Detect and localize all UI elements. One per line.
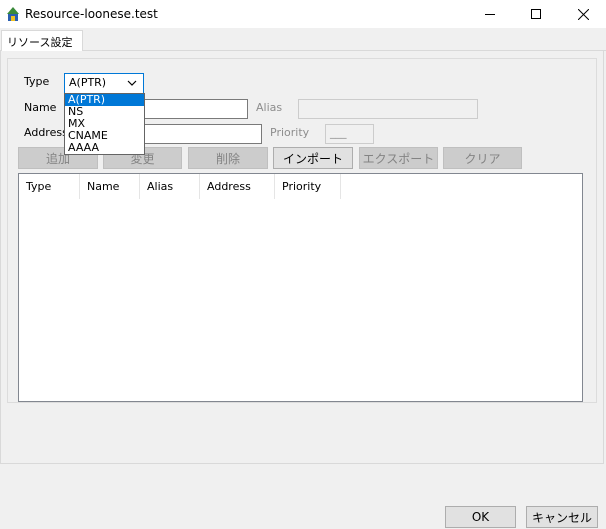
address-label: Address	[24, 126, 68, 139]
column-header-alias[interactable]: Alias	[140, 174, 200, 199]
clear-button[interactable]: クリア	[443, 147, 522, 169]
chevron-down-icon	[127, 80, 137, 86]
minimize-icon	[485, 14, 495, 15]
tab-resource-settings[interactable]: リソース設定	[1, 30, 83, 51]
cancel-button[interactable]: キャンセル	[526, 506, 598, 528]
maximize-icon	[531, 9, 541, 19]
title-bar[interactable]: Resource-loonese.test	[0, 0, 606, 28]
resource-list[interactable]: Type Name Alias Address Priority	[18, 173, 583, 402]
type-select-value: A(PTR)	[69, 76, 107, 89]
type-select[interactable]: A(PTR)	[64, 73, 144, 94]
priority-label: Priority	[270, 126, 310, 139]
close-button[interactable]	[560, 0, 606, 28]
delete-button[interactable]: 削除	[188, 147, 268, 169]
window-title: Resource-loonese.test	[25, 7, 158, 21]
column-header-type[interactable]: Type	[19, 174, 80, 199]
column-header-priority[interactable]: Priority	[275, 174, 341, 199]
name-label: Name	[24, 101, 57, 114]
priority-input[interactable]: ___	[325, 124, 374, 144]
type-label: Type	[24, 75, 50, 88]
alias-label: Alias	[256, 101, 283, 114]
import-button[interactable]: インポート	[273, 147, 353, 169]
column-header-name[interactable]: Name	[80, 174, 140, 199]
type-option-aaaa[interactable]: AAAA	[65, 142, 144, 154]
app-icon	[7, 7, 19, 21]
minimize-button[interactable]	[467, 0, 513, 28]
alias-input[interactable]	[298, 99, 478, 119]
ok-button[interactable]: OK	[445, 506, 516, 528]
export-button[interactable]: エクスポート	[359, 147, 438, 169]
type-dropdown-list[interactable]: A(PTR) NS MX CNAME AAAA	[64, 93, 145, 155]
column-header-address[interactable]: Address	[200, 174, 275, 199]
maximize-button[interactable]	[513, 0, 559, 28]
close-icon	[577, 8, 589, 20]
